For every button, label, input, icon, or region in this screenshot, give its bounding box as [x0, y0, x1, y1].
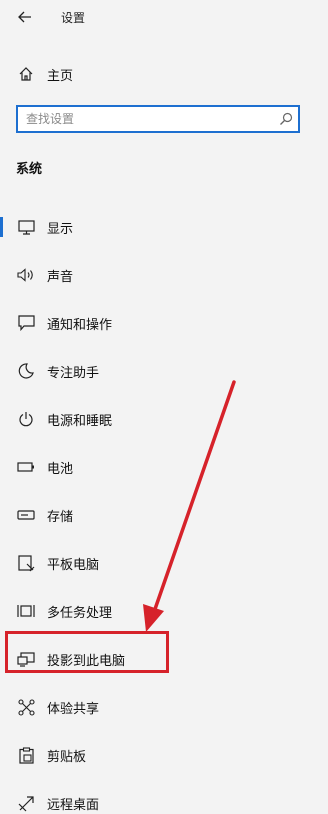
annotation-highlight-box [5, 631, 169, 673]
nav-label: 体验共享 [47, 701, 100, 717]
nav-item-display[interactable]: 显示 [0, 203, 328, 251]
moon-icon [16, 361, 36, 381]
search-box[interactable] [16, 105, 300, 133]
nav-item-notifications[interactable]: 通知和操作 [0, 299, 328, 347]
nav-item-tablet[interactable]: 平板电脑 [0, 539, 328, 587]
nav-item-shared-experiences[interactable]: 体验共享 [0, 683, 328, 731]
message-icon [16, 313, 36, 333]
home-label: 主页 [47, 68, 74, 84]
nav-label: 远程桌面 [47, 797, 100, 813]
nav-label: 专注助手 [47, 365, 100, 381]
home-icon [17, 65, 35, 83]
search-input[interactable] [18, 112, 274, 126]
remote-icon [16, 793, 36, 813]
nav-item-storage[interactable]: 存储 [0, 491, 328, 539]
nav-item-focus-assist[interactable]: 专注助手 [0, 347, 328, 395]
clipboard-icon [16, 745, 36, 765]
nav-item-sound[interactable]: 声音 [0, 251, 328, 299]
settings-window: 设置 主页 系统 显示 声音 [0, 0, 328, 814]
nav-item-battery[interactable]: 电池 [0, 443, 328, 491]
nav-label: 多任务处理 [47, 605, 113, 621]
nav-label: 电源和睡眠 [47, 413, 113, 429]
share-icon [16, 697, 36, 717]
speaker-icon [16, 265, 36, 285]
power-icon [16, 409, 36, 429]
tablet-icon [16, 553, 36, 573]
storage-icon [16, 505, 36, 525]
nav-item-remote-desktop[interactable]: 远程桌面 [0, 779, 328, 814]
battery-icon [16, 457, 36, 477]
system-nav-list: 显示 声音 通知和操作 专注助手 电源和睡眠 电池 存储 平板电脑 多任务处理 … [0, 203, 328, 814]
nav-label: 声音 [47, 269, 74, 285]
nav-label: 显示 [47, 221, 74, 237]
back-arrow-icon [18, 8, 32, 27]
title-bar: 设置 [0, 0, 328, 34]
nav-item-clipboard[interactable]: 剪贴板 [0, 731, 328, 779]
multitask-icon [16, 601, 36, 621]
nav-item-multitasking[interactable]: 多任务处理 [0, 587, 328, 635]
section-title: 系统 [16, 162, 43, 177]
search-icon[interactable] [274, 112, 298, 126]
nav-label: 存储 [47, 509, 74, 525]
nav-label: 剪贴板 [47, 749, 87, 765]
nav-label: 电池 [47, 461, 74, 477]
window-title: 设置 [61, 10, 86, 25]
nav-label: 通知和操作 [47, 317, 113, 333]
monitor-icon [16, 217, 36, 237]
back-button[interactable] [14, 6, 36, 28]
home-link[interactable]: 主页 [0, 58, 328, 90]
nav-label: 平板电脑 [47, 557, 100, 573]
nav-item-power-sleep[interactable]: 电源和睡眠 [0, 395, 328, 443]
